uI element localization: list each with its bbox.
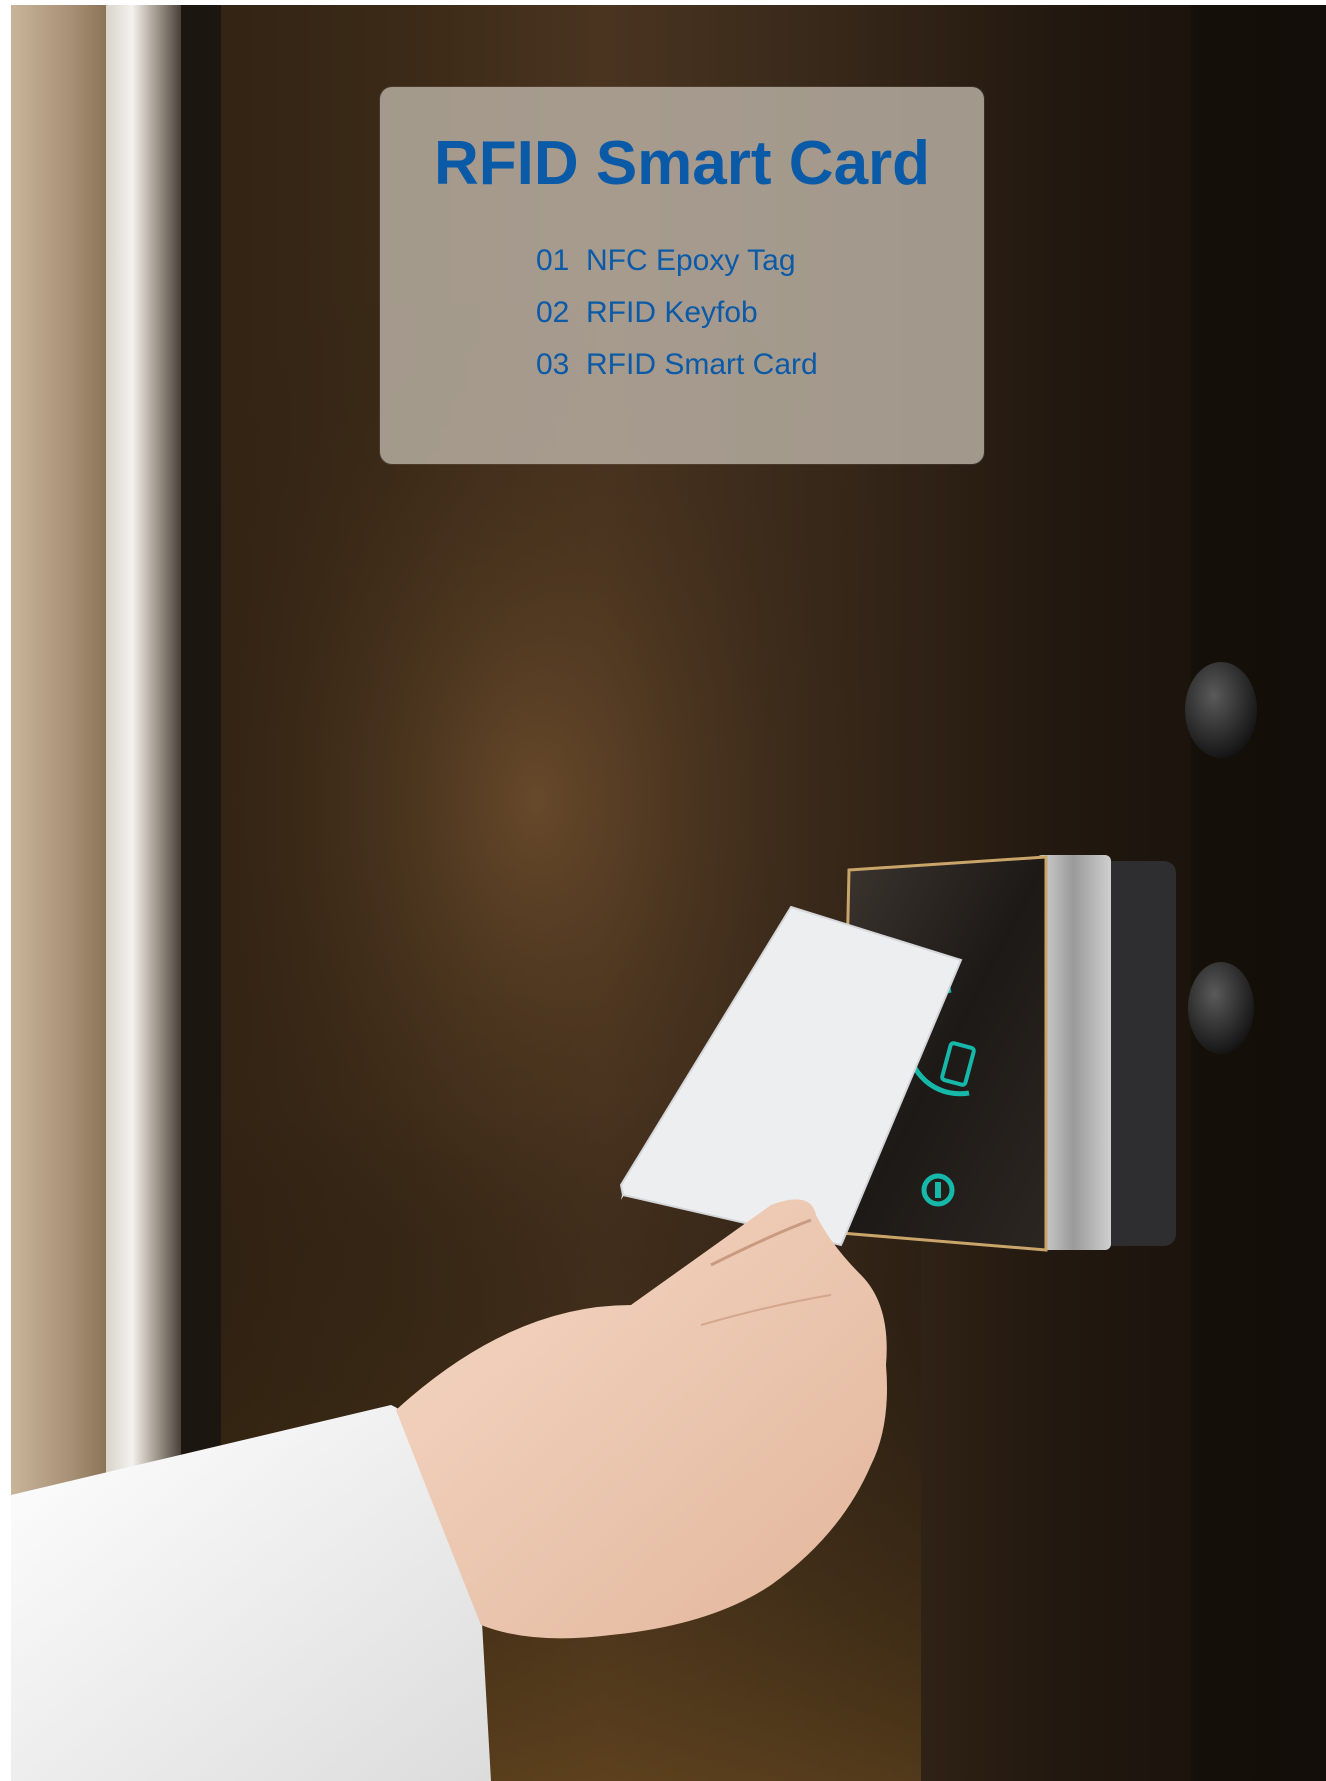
item-label: RFID Keyfob bbox=[586, 296, 758, 329]
door-bumper-knob bbox=[1185, 662, 1257, 758]
info-panel: RFID Smart Card 01 NFC Epoxy Tag 02 RFID K… bbox=[380, 87, 984, 464]
door-bumper-knob bbox=[1188, 962, 1254, 1054]
item-label: RFID Smart Card bbox=[586, 348, 818, 381]
list-item: 01 NFC Epoxy Tag bbox=[536, 235, 818, 287]
item-number: 01 bbox=[536, 244, 570, 277]
product-list: 01 NFC Epoxy Tag 02 RFID Keyfob 03 RFID Sma… bbox=[536, 235, 818, 391]
item-number: 02 bbox=[536, 296, 570, 329]
list-item: 02 RFID Keyfob bbox=[536, 287, 818, 339]
panel-title: RFID Smart Card bbox=[433, 129, 931, 198]
item-number: 03 bbox=[536, 348, 570, 381]
list-item: 03 RFID Smart Card bbox=[536, 339, 818, 391]
item-label: NFC Epoxy Tag bbox=[586, 244, 796, 277]
photo-scene: RFID Smart Card 01 NFC Epoxy Tag 02 RFID K… bbox=[11, 5, 1326, 1781]
